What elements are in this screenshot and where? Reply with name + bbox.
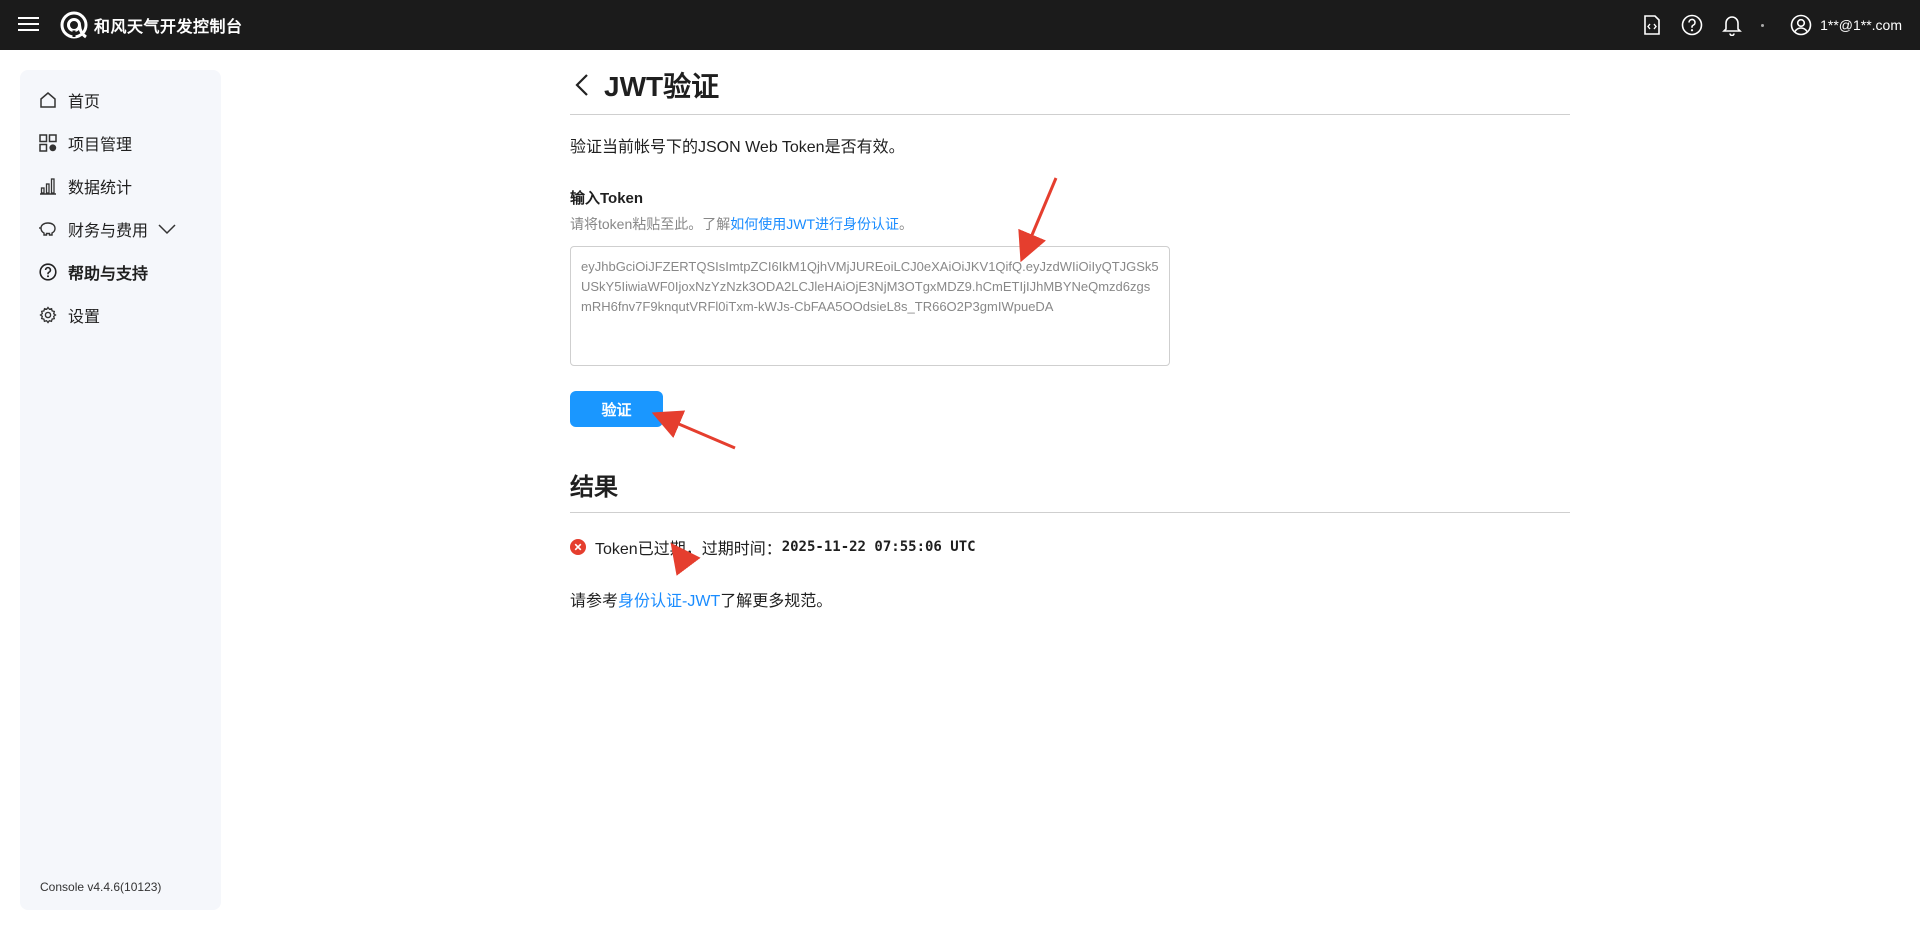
result-status-text: Token已过期，过期时间： <box>595 541 782 558</box>
sidebar-item-finance[interactable]: 财务与费用 <box>38 217 176 241</box>
bell-icon[interactable] <box>1721 14 1743 36</box>
sidebar-item-projects[interactable]: 项目管理 <box>38 131 132 155</box>
grid-icon <box>38 133 58 153</box>
sidebar-item-help[interactable]: 帮助与支持 <box>38 260 148 284</box>
qweather-logo-icon <box>60 11 88 39</box>
user-icon <box>1790 14 1812 36</box>
title-row: JWT验证 <box>570 60 1570 110</box>
token-input-label: 输入Token <box>570 190 644 207</box>
user-menu[interactable]: 1**@1**.com <box>1790 14 1902 36</box>
sidebar-item-settings[interactable]: 设置 <box>38 303 100 327</box>
home-icon <box>38 90 58 110</box>
divider <box>570 512 1570 513</box>
help-icon <box>38 262 58 282</box>
main-content: JWT验证 验证当前帐号下的JSON Web Token是否有效。 输入Toke… <box>570 60 1570 611</box>
sidebar-item-label: 首页 <box>68 94 101 111</box>
hint-suffix: 。 <box>899 216 914 232</box>
console-version: Console v4.4.6(10123) <box>40 880 162 894</box>
sidebar-item-label: 设置 <box>68 309 101 326</box>
sidebar-item-statistics[interactable]: 数据统计 <box>38 174 132 198</box>
verify-button[interactable]: 验证 <box>570 391 663 427</box>
sidebar-item-label: 财务与费用 <box>68 223 149 240</box>
token-input[interactable] <box>570 246 1170 366</box>
error-icon <box>570 539 586 555</box>
sidebar-item-label: 数据统计 <box>68 180 133 197</box>
logo[interactable]: 和风天气开发控制台 <box>60 11 243 39</box>
back-icon[interactable] <box>570 73 594 97</box>
expiry-time: 2025-11-22 07:55:06 UTC <box>781 539 976 555</box>
jwt-docs-link[interactable]: 身份认证-JWT <box>618 593 720 610</box>
chevron-down-icon[interactable] <box>158 223 176 235</box>
piggy-bank-icon <box>38 219 58 239</box>
logo-text: 和风天气开发控制台 <box>94 19 243 36</box>
separator-dot <box>1761 23 1765 27</box>
sidebar-item-label: 项目管理 <box>68 137 133 154</box>
reference-suffix: 了解更多规范。 <box>720 593 833 610</box>
help-icon[interactable] <box>1681 14 1703 36</box>
page-title: JWT验证 <box>604 71 720 102</box>
jwt-auth-guide-link[interactable]: 如何使用JWT进行身份认证 <box>730 216 899 232</box>
result-title: 结果 <box>570 474 618 501</box>
gear-icon <box>38 305 58 325</box>
token-hint: 请将token粘贴至此。了解如何使用JWT进行身份认证。 <box>570 214 1570 234</box>
result-status: Token已过期，过期时间： 2025-11-22 07:55:06 UTC <box>570 535 1570 559</box>
sidebar: 首页 项目管理 数据统计 财务与费用 帮助与支持 设置 Console v4.4… <box>20 70 221 910</box>
top-bar: 和风天气开发控制台 1**@1**.com <box>0 0 1920 50</box>
sidebar-item-home[interactable]: 首页 <box>38 88 100 112</box>
menu-icon[interactable] <box>18 14 40 36</box>
page-description: 验证当前帐号下的JSON Web Token是否有效。 <box>570 139 905 156</box>
hint-text: 请将token粘贴至此。了解 <box>570 216 731 232</box>
document-code-icon[interactable] <box>1641 14 1663 36</box>
reference-text: 请参考身份认证-JWT了解更多规范。 <box>570 587 1570 611</box>
divider <box>570 114 1570 115</box>
user-name: 1**@1**.com <box>1820 17 1902 33</box>
bar-chart-icon <box>38 176 58 196</box>
sidebar-item-label: 帮助与支持 <box>68 266 149 283</box>
reference-prefix: 请参考 <box>570 593 619 610</box>
